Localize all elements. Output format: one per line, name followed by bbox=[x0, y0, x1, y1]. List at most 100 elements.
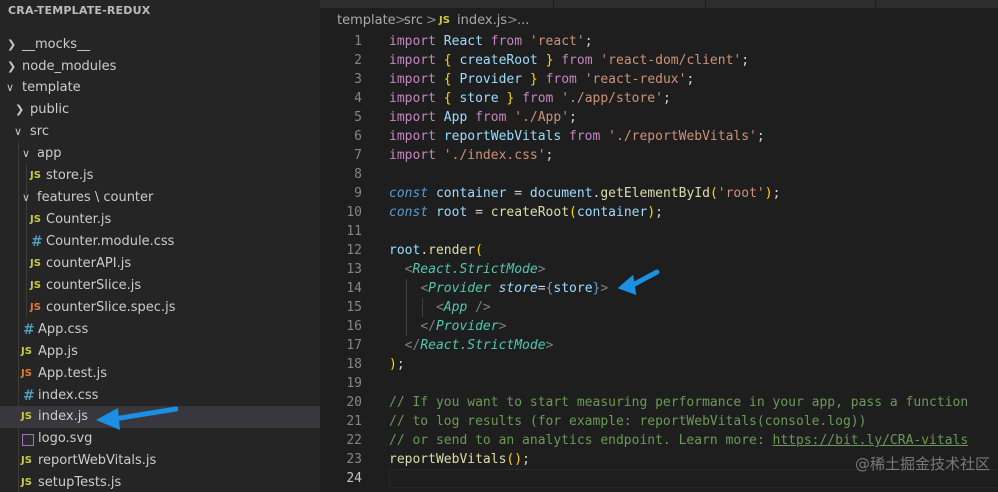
code-line: 1 import React from 'react'; bbox=[320, 32, 998, 51]
code-line: 17 </React.StrictMode> bbox=[320, 336, 998, 355]
breadcrumb-item-index-js[interactable]: index.js bbox=[457, 10, 507, 32]
line-number: 13 bbox=[346, 262, 362, 277]
code-line: 10 const root = createRoot(container); bbox=[320, 203, 998, 222]
tree-item-counterslice-spec-js[interactable]: JS counterSlice.spec.js bbox=[0, 297, 320, 319]
test-file-icon: JS bbox=[21, 368, 32, 379]
line-number: 18 bbox=[346, 357, 362, 372]
code-line: 6 import reportWebVitals from './reportWe… bbox=[320, 127, 998, 146]
code-line: 7 import './index.css'; bbox=[320, 146, 998, 165]
code-text: import App from './App'; bbox=[389, 110, 577, 125]
code-text: </React.StrictMode> bbox=[404, 338, 554, 353]
tree-item-store-js[interactable]: JS store.js bbox=[0, 165, 320, 187]
breadcrumb-item-template[interactable]: template bbox=[337, 10, 396, 32]
tab-divider bbox=[705, 0, 706, 8]
tree-item-label: App.js bbox=[38, 344, 78, 359]
tree-item-label: __mocks__ bbox=[22, 37, 91, 52]
tree-item-counter-module-css[interactable]: # Counter.module.css bbox=[0, 231, 320, 253]
tree-item-counter-js[interactable]: JS Counter.js bbox=[0, 209, 320, 231]
code-line: 4 import { store } from './app/store'; bbox=[320, 89, 998, 108]
line-number: 24 bbox=[346, 471, 362, 486]
tree-item-app-test-js[interactable]: JS App.test.js bbox=[0, 363, 320, 385]
code-text: import { Provider } from 'react-redux'; bbox=[389, 72, 695, 87]
tree-item-app-js[interactable]: JS App.js bbox=[0, 341, 320, 363]
line-number: 6 bbox=[354, 129, 362, 144]
tree-item-counterapi-js[interactable]: JS counterAPI.js bbox=[0, 253, 320, 275]
tree-item-label: reportWebVitals.js bbox=[38, 453, 157, 468]
watermark: @稀土掘金技术社区 bbox=[854, 455, 990, 473]
code-line: 22 // or send to an analytics endpoint. L… bbox=[320, 431, 998, 450]
tree-item-app-css[interactable]: # App.css bbox=[0, 319, 320, 341]
tree-item-label: index.css bbox=[38, 388, 99, 403]
tree-item-label: Counter.js bbox=[46, 212, 112, 227]
tree-item-mocks[interactable]: ❯ __mocks__ bbox=[0, 34, 320, 56]
tree-item-reportwebvitals-js[interactable]: JS reportWebVitals.js bbox=[0, 450, 320, 472]
tree-item-app[interactable]: ∨ app bbox=[0, 143, 320, 165]
tab-divider bbox=[875, 0, 876, 8]
code-line: 12 root.render( bbox=[320, 241, 998, 260]
code-text: // If you want to start measuring perfor… bbox=[389, 395, 969, 410]
indent-guide bbox=[406, 279, 407, 336]
js-file-icon: JS bbox=[21, 455, 32, 466]
code-line: 9 const container = document.getElementBy… bbox=[320, 184, 998, 203]
tree-item-label: index.js bbox=[38, 409, 89, 424]
tree-item-label: template bbox=[22, 80, 81, 95]
tree-item-label: counterSlice.js bbox=[46, 278, 142, 293]
code-text: const container = document.getElementByI… bbox=[389, 186, 781, 201]
tree-item-label: App.test.js bbox=[38, 366, 108, 381]
line-number: 9 bbox=[354, 186, 362, 201]
tree-item-counterslice-js[interactable]: JS counterSlice.js bbox=[0, 275, 320, 297]
tree-item-template[interactable]: ∨ template bbox=[0, 77, 320, 99]
js-file-icon: JS bbox=[21, 477, 32, 488]
code-editor[interactable]: template > src > JS index.js > ... 1 impo… bbox=[320, 0, 998, 492]
line-number: 11 bbox=[346, 224, 362, 239]
code-text: const root = createRoot(container); bbox=[389, 205, 663, 220]
tree-item-features-counter[interactable]: ∨ features \ counter bbox=[0, 187, 320, 209]
line-number: 10 bbox=[346, 205, 362, 220]
line-number: 19 bbox=[346, 376, 362, 391]
line-number: 2 bbox=[354, 53, 362, 68]
js-file-icon: JS bbox=[21, 346, 32, 357]
code-text: import { createRoot } from 'react-dom/cl… bbox=[389, 53, 750, 68]
js-file-icon: JS bbox=[21, 411, 32, 422]
explorer-title: CRA-TEMPLATE-REDUX bbox=[0, 4, 320, 30]
code-text: // to log results (for example: reportWe… bbox=[389, 414, 867, 429]
explorer-sidebar: CRA-TEMPLATE-REDUX ❯ __mocks__ ❯ node_mo… bbox=[0, 0, 320, 492]
tree-item-label: node_modules bbox=[22, 59, 117, 74]
tree-item-label: counterAPI.js bbox=[46, 256, 132, 271]
tree-item-setuptests-js[interactable]: JS setupTests.js bbox=[0, 472, 320, 492]
tab-divider bbox=[553, 0, 554, 8]
js-file-icon: JS bbox=[439, 15, 450, 26]
tree-item-public[interactable]: ❯ public bbox=[0, 99, 320, 121]
line-number: 21 bbox=[346, 414, 362, 429]
chevron-right-icon: ❯ bbox=[15, 103, 25, 116]
tree-item-node-modules[interactable]: ❯ node_modules bbox=[0, 56, 320, 78]
vscode-window: CRA-TEMPLATE-REDUX ❯ __mocks__ ❯ node_mo… bbox=[0, 0, 998, 492]
code-text: ); bbox=[389, 357, 405, 372]
css-file-icon: # bbox=[23, 388, 35, 404]
breadcrumb-item-src[interactable]: src bbox=[404, 10, 423, 32]
line-number: 20 bbox=[346, 395, 362, 410]
tree-item-label: counterSlice.spec.js bbox=[46, 300, 176, 315]
line-number: 12 bbox=[346, 243, 362, 258]
code-text: reportWebVitals(); bbox=[389, 452, 530, 467]
line-number: 4 bbox=[354, 91, 362, 106]
code-line: 18); bbox=[320, 355, 998, 374]
code-line: 20 // If you want to start measuring perf… bbox=[320, 393, 998, 412]
code-text: <React.StrictMode> bbox=[404, 262, 546, 277]
js-file-icon: JS bbox=[30, 280, 41, 291]
tree-item-label: Counter.module.css bbox=[46, 234, 175, 249]
tab-strip bbox=[320, 0, 998, 8]
code-text: // or send to an analytics endpoint. Lea… bbox=[389, 433, 969, 448]
code-text: import { store } from './app/store'; bbox=[389, 91, 671, 106]
breadcrumb-item-more[interactable]: ... bbox=[517, 10, 529, 32]
js-file-icon: JS bbox=[30, 214, 41, 225]
line-number: 22 bbox=[346, 433, 362, 448]
tree-item-src[interactable]: ∨ src bbox=[0, 121, 320, 143]
tree-item-label: public bbox=[30, 102, 70, 117]
code-text: <App /> bbox=[435, 300, 491, 315]
code-text: import reportWebVitals from './reportWeb… bbox=[389, 129, 765, 144]
tree-item-label: store.js bbox=[46, 168, 94, 183]
code-text: <Provider store={store}> bbox=[420, 281, 609, 296]
code-line: 5 import App from './App'; bbox=[320, 108, 998, 127]
line-number: 5 bbox=[354, 110, 362, 125]
